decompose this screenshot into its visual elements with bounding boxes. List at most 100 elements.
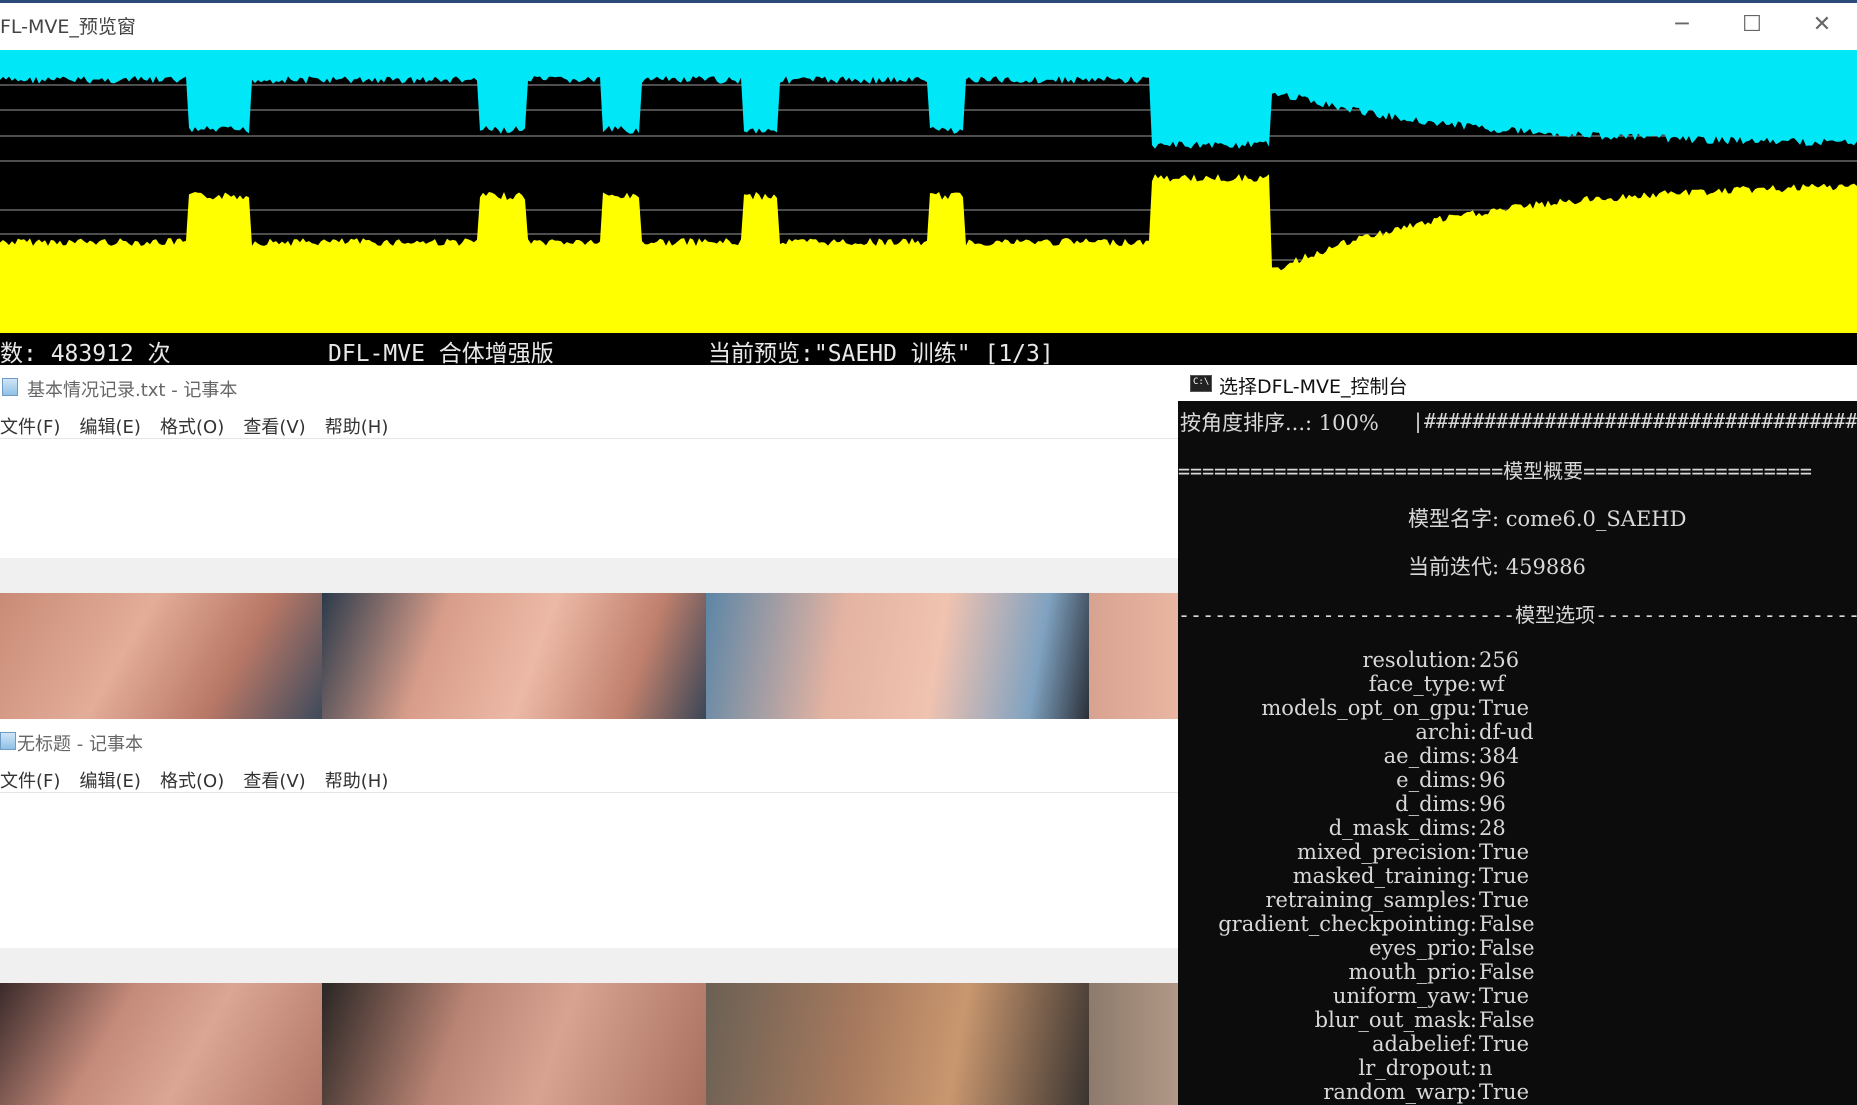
- model-option-row: resolution: 256: [1178, 648, 1857, 672]
- model-option-row: mouth_prio: False: [1178, 960, 1857, 984]
- model-option-key: random_warp:: [1323, 1080, 1477, 1104]
- menu-file[interactable]: 文件(F): [0, 771, 60, 792]
- preview-face-image: [0, 983, 322, 1105]
- model-option-row: blur_out_mask: False: [1178, 1008, 1857, 1032]
- menu-file[interactable]: 文件(F): [0, 417, 60, 438]
- model-option-row: adabelief: True: [1178, 1032, 1857, 1056]
- model-option-value: df-ud: [1479, 720, 1534, 744]
- notepad-icon: [0, 732, 16, 750]
- model-option-key: ae_dims:: [1383, 744, 1477, 768]
- current-preview-label: 当前预览:"SAEHD 训练" [1/3]: [708, 341, 1054, 367]
- model-option-row: gradient_checkpointing: False: [1178, 912, 1857, 936]
- notepad-1-text-area[interactable]: [0, 439, 1178, 558]
- preview-titlebar[interactable]: [0, 0, 1857, 50]
- preview-face-image: [706, 593, 1089, 719]
- menu-help[interactable]: 帮助(H): [325, 771, 389, 792]
- model-option-row: d_mask_dims: 28: [1178, 816, 1857, 840]
- model-option-value: True: [1479, 984, 1529, 1008]
- model-option-row: ae_dims: 384: [1178, 744, 1857, 768]
- model-option-row: random_warp: True: [1178, 1080, 1857, 1104]
- model-option-key: lr_dropout:: [1358, 1056, 1477, 1080]
- current-iteration-line: 当前迭代: 459886: [1408, 555, 1586, 579]
- notepad-1-menubar: 文件(F) 编辑(E) 格式(O) 查看(V) 帮助(H): [0, 413, 402, 439]
- model-option-row: masked_training: True: [1178, 864, 1857, 888]
- notepad-2-text-area[interactable]: [0, 793, 1178, 948]
- model-option-value: False: [1479, 912, 1535, 936]
- model-option-key: models_opt_on_gpu:: [1261, 696, 1477, 720]
- src-loss-series: [0, 50, 1857, 149]
- menu-format[interactable]: 格式(O): [160, 417, 224, 438]
- console-title: 选择DFL-MVE_控制台: [1219, 376, 1408, 398]
- loss-history-graph: [0, 50, 1857, 333]
- preview-face-image: [322, 983, 706, 1105]
- sort-progress-bar: |#######################################…: [1412, 409, 1857, 433]
- model-option-value: False: [1479, 936, 1535, 960]
- model-option-value: wf: [1479, 672, 1505, 696]
- model-option-value: 96: [1479, 792, 1506, 816]
- model-option-row: d_dims: 96: [1178, 792, 1857, 816]
- model-option-value: False: [1479, 960, 1535, 984]
- model-option-key: e_dims:: [1396, 768, 1477, 792]
- model-option-key: adabelief:: [1371, 1032, 1477, 1056]
- preview-face-image: [0, 593, 322, 719]
- model-option-value: True: [1479, 864, 1529, 888]
- model-option-row: mixed_precision: True: [1178, 840, 1857, 864]
- notepad-icon: [2, 378, 18, 396]
- notepad-1-title: 基本情况记录.txt - 记事本: [27, 380, 238, 401]
- model-options-header: ----------------------------模型选项--------…: [1178, 603, 1857, 627]
- model-option-value: False: [1479, 1008, 1535, 1032]
- sort-progress-label: 按角度排序...: 100%: [1180, 411, 1379, 435]
- model-name-line: 模型名字: come6.0_SAEHD: [1408, 507, 1687, 531]
- model-option-value: 384: [1479, 744, 1520, 768]
- maximize-button[interactable]: ☐: [1722, 6, 1782, 44]
- model-option-value: 28: [1479, 816, 1506, 840]
- model-option-key: retraining_samples:: [1265, 888, 1477, 912]
- model-option-row: face_type: wf: [1178, 672, 1857, 696]
- model-option-value: 256: [1479, 648, 1520, 672]
- menu-edit[interactable]: 编辑(E): [80, 771, 141, 792]
- model-option-key: d_dims:: [1395, 792, 1477, 816]
- model-option-key: eyes_prio:: [1369, 936, 1477, 960]
- app-name: DFL-MVE_合体增强版: [328, 341, 554, 367]
- preview-face-image: [706, 983, 1089, 1105]
- preview-face-image: [322, 593, 706, 719]
- console-icon: [1190, 375, 1212, 392]
- model-option-row: uniform_yaw: True: [1178, 984, 1857, 1008]
- notepad-2-status-area: [0, 948, 1178, 983]
- menu-view[interactable]: 查看(V): [243, 417, 305, 438]
- model-option-value: True: [1479, 888, 1529, 912]
- model-option-row: e_dims: 96: [1178, 768, 1857, 792]
- model-option-value: True: [1479, 1080, 1529, 1104]
- preview-window-title: FL-MVE_预览窗: [0, 16, 136, 38]
- menu-help[interactable]: 帮助(H): [325, 417, 389, 438]
- model-option-value: 96: [1479, 768, 1506, 792]
- menu-view[interactable]: 查看(V): [243, 771, 305, 792]
- model-option-key: masked_training:: [1292, 864, 1477, 888]
- model-option-key: mixed_precision:: [1297, 840, 1477, 864]
- model-option-row: lr_dropout: n: [1178, 1056, 1857, 1080]
- model-option-value: n: [1479, 1056, 1493, 1080]
- iteration-count: 数: 483912 次: [0, 341, 171, 367]
- notepad-2-menubar: 文件(F) 编辑(E) 格式(O) 查看(V) 帮助(H): [0, 767, 402, 793]
- model-option-row: retraining_samples: True: [1178, 888, 1857, 912]
- model-option-key: gradient_checkpointing:: [1218, 912, 1477, 936]
- model-option-value: True: [1479, 840, 1529, 864]
- notepad-1-status-area: [0, 558, 1178, 593]
- minimize-button[interactable]: ─: [1652, 6, 1712, 44]
- model-option-row: models_opt_on_gpu: True: [1178, 696, 1857, 720]
- model-option-key: archi:: [1415, 720, 1477, 744]
- model-option-key: uniform_yaw:: [1332, 984, 1477, 1008]
- menu-format[interactable]: 格式(O): [160, 771, 224, 792]
- menu-edit[interactable]: 编辑(E): [80, 417, 141, 438]
- model-option-key: mouth_prio:: [1348, 960, 1477, 984]
- model-option-value: True: [1479, 696, 1529, 720]
- model-option-key: face_type:: [1368, 672, 1477, 696]
- model-option-key: d_mask_dims:: [1328, 816, 1477, 840]
- model-option-row: eyes_prio: False: [1178, 936, 1857, 960]
- notepad-2-title: 无标题 - 记事本: [17, 734, 143, 755]
- model-option-row: archi: df-ud: [1178, 720, 1857, 744]
- model-option-value: True: [1479, 1032, 1529, 1056]
- model-option-key: resolution:: [1362, 648, 1477, 672]
- preview-face-image: [1089, 593, 1178, 719]
- close-button[interactable]: ✕: [1792, 6, 1852, 44]
